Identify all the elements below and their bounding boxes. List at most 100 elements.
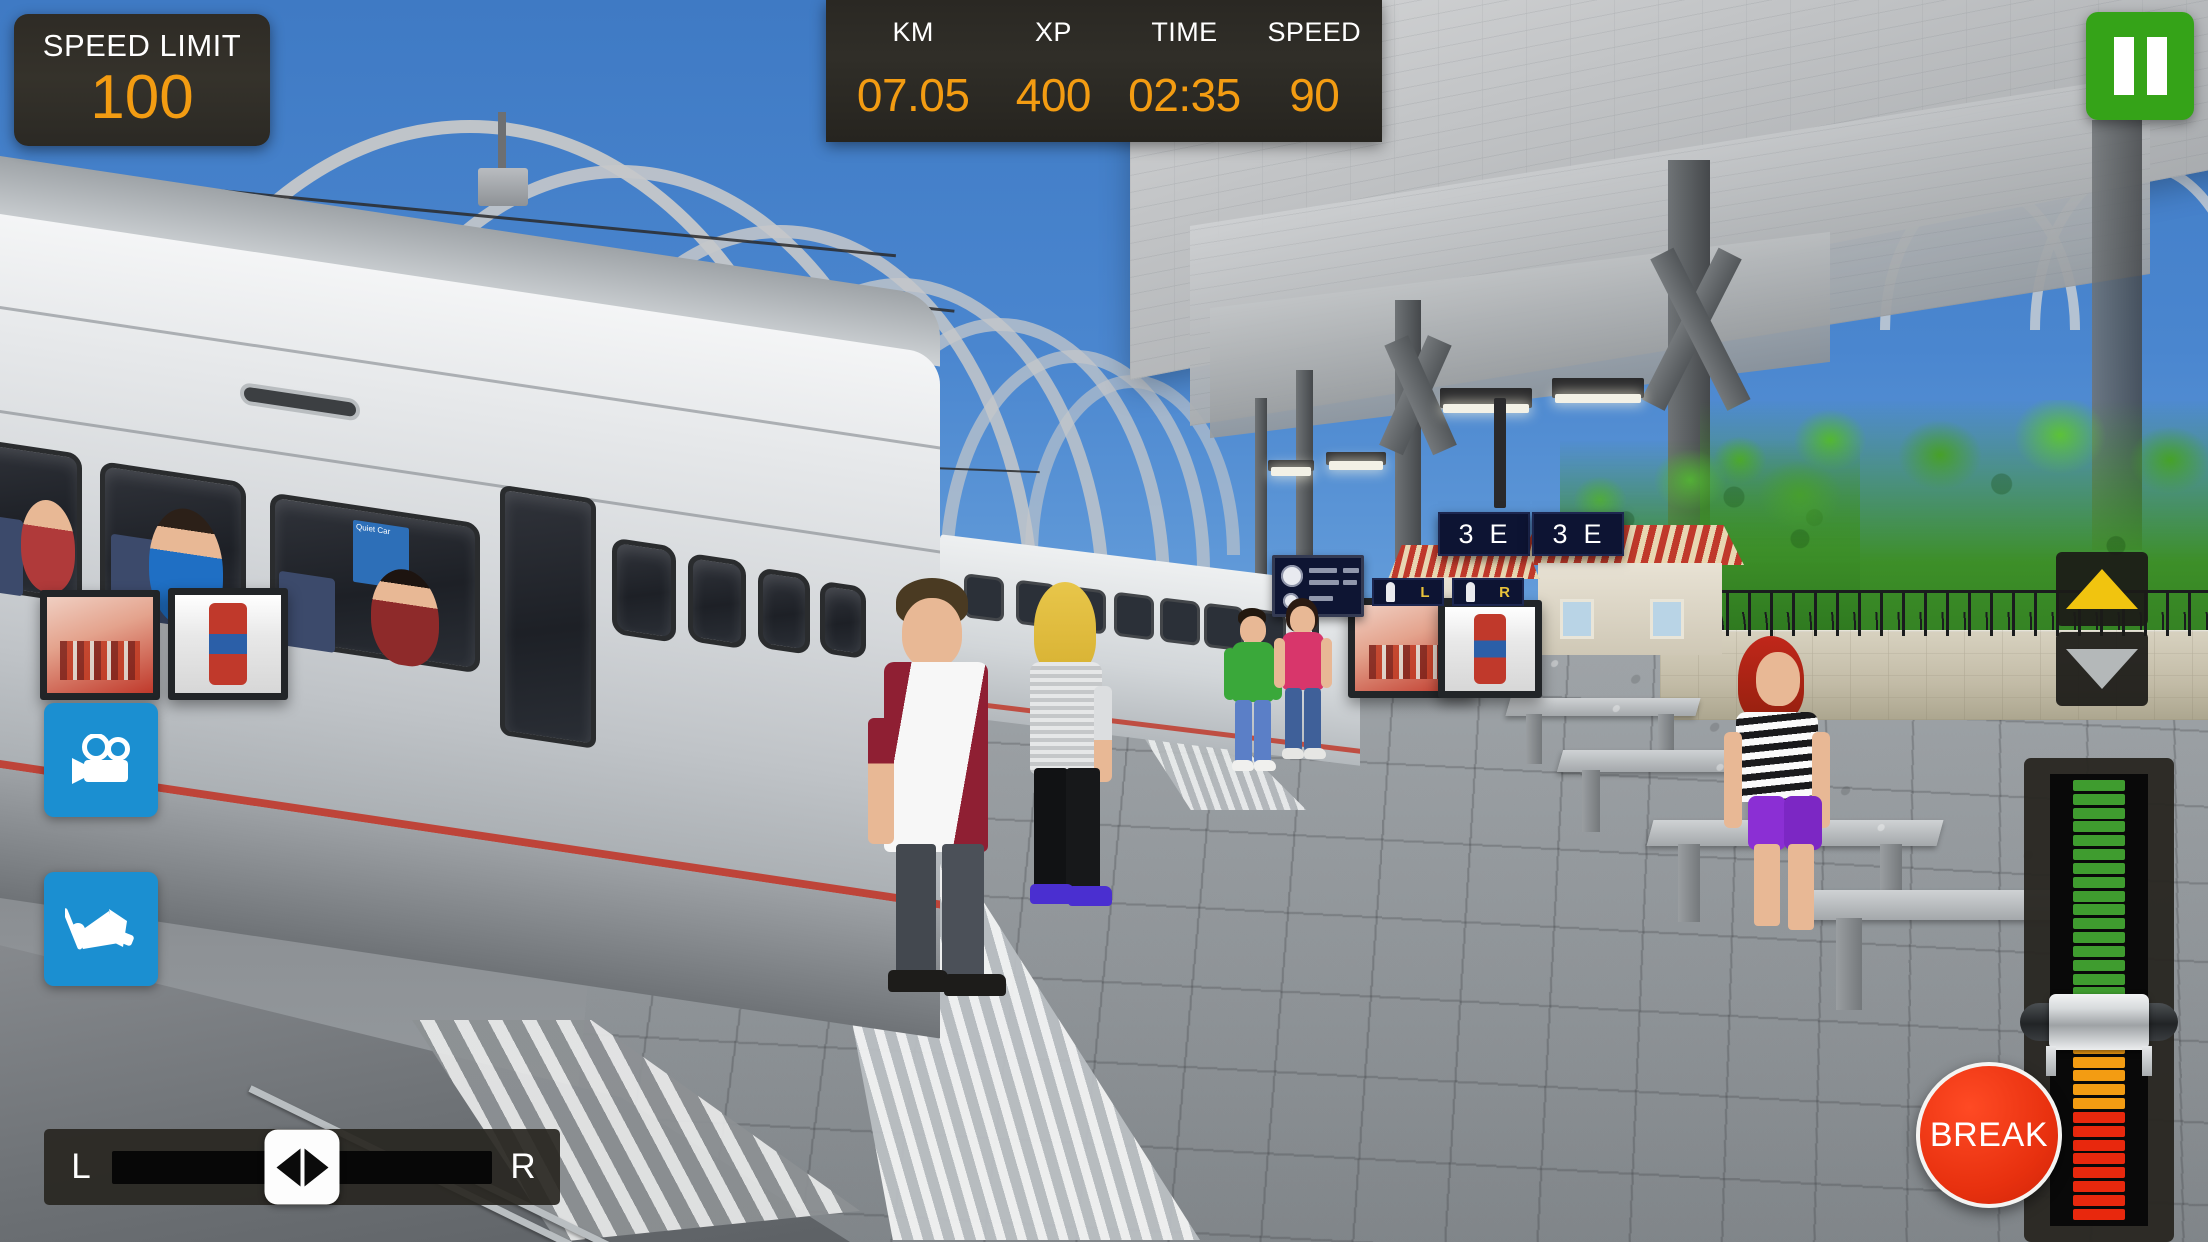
passenger-in-train xyxy=(371,564,439,671)
platform-sign-right: 3 E xyxy=(1532,512,1624,556)
platform-sign-left-number: 3 xyxy=(1458,518,1476,549)
stat-xp: XP 400 xyxy=(992,0,1114,142)
throttle-segment xyxy=(2073,1098,2125,1110)
arrow-left-icon xyxy=(276,1148,300,1186)
camera-button[interactable] xyxy=(44,703,158,817)
platform-sign-right-number: 3 xyxy=(1552,518,1570,549)
advertisement-panel xyxy=(168,588,288,700)
stats-bar: KM 07.05 XP 400 TIME 02:35 SPEED 90 xyxy=(826,0,1382,142)
throttle-segment xyxy=(2073,1167,2125,1179)
throttle-segment xyxy=(2073,1139,2125,1151)
stat-km-label: KM xyxy=(892,17,934,47)
train-door xyxy=(500,484,596,750)
restroom-sign-left-label: L xyxy=(1420,583,1430,601)
throttle-segment xyxy=(2073,862,2125,874)
throttle-segment xyxy=(2073,932,2125,944)
pause-icon xyxy=(2146,37,2167,95)
overhead-lamp-pole xyxy=(498,112,506,170)
restroom-sign: L xyxy=(1372,578,1444,606)
throttle-segment xyxy=(2073,918,2125,930)
game-screen: Quiet Car L R 3 E 3 E SPEED LIMIT 100 KM… xyxy=(0,0,2208,1242)
throttle-handle-grip xyxy=(2049,993,2149,1050)
train-window xyxy=(688,552,746,650)
advertisement-panel xyxy=(1438,600,1542,698)
break-button[interactable]: BREAK xyxy=(1916,1062,2062,1208)
train-window: Quiet Car xyxy=(270,492,480,674)
restroom-sign-right-label: R xyxy=(1499,583,1510,601)
megaphone-icon xyxy=(65,908,134,950)
person-icon xyxy=(1466,582,1476,602)
platform-sign-right-letter: E xyxy=(1583,518,1604,549)
triangle-down-icon xyxy=(2066,649,2138,689)
stat-time-value: 02:35 xyxy=(1128,69,1241,121)
game-3d-scene: Quiet Car L R 3 E 3 E xyxy=(0,0,2208,1242)
stat-speed: SPEED 90 xyxy=(1255,0,1374,142)
stat-xp-value: 400 xyxy=(1015,69,1092,121)
passenger-blonde-woman xyxy=(1016,582,1122,912)
train-window xyxy=(0,434,82,605)
passenger-foreground-man xyxy=(862,578,1022,998)
train-window xyxy=(820,580,866,660)
throttle-segment xyxy=(2073,793,2125,805)
throttle-segment xyxy=(2073,1084,2125,1096)
speed-limit-panel: SPEED LIMIT 100 xyxy=(14,14,270,146)
stat-km-value: 07.05 xyxy=(856,69,970,121)
throttle-segment xyxy=(2073,945,2125,957)
stat-time-label: TIME xyxy=(1151,17,1218,47)
throttle-segment xyxy=(2073,821,2125,833)
throttle-segment xyxy=(2073,1056,2125,1068)
pause-icon xyxy=(2113,37,2134,95)
advertisement-panel xyxy=(40,590,160,700)
video-camera-icon xyxy=(72,734,130,784)
person-icon xyxy=(1386,582,1396,602)
speed-limit-value: 100 xyxy=(90,63,194,132)
throttle-segment xyxy=(2073,835,2125,847)
stat-time: TIME 02:35 xyxy=(1114,0,1254,142)
throttle-segment xyxy=(2073,1111,2125,1123)
arrow-right-icon xyxy=(304,1148,328,1186)
train-window xyxy=(758,567,810,656)
stat-km: KM 07.05 xyxy=(834,0,992,142)
steer-left-label: L xyxy=(71,1147,91,1186)
train-window xyxy=(612,537,676,643)
throttle-segment xyxy=(2073,890,2125,902)
house-window xyxy=(1650,599,1684,639)
throttle-segment xyxy=(2073,1153,2125,1165)
throttle-segment xyxy=(2073,1208,2125,1220)
arrow-up-button[interactable] xyxy=(2056,552,2148,626)
quiet-car-sign-label: Quiet Car xyxy=(356,522,391,537)
throttle-handle[interactable] xyxy=(2020,992,2178,1076)
steering-slider[interactable]: L R xyxy=(44,1129,560,1205)
throttle-prong xyxy=(2142,1045,2152,1076)
break-button-label: BREAK xyxy=(1929,1115,2049,1154)
speed-limit-label: SPEED LIMIT xyxy=(42,28,242,63)
stat-speed-label: SPEED xyxy=(1267,17,1362,47)
throttle-segment xyxy=(2073,1070,2125,1082)
throttle-segment xyxy=(2073,807,2125,819)
passenger-pink-top-woman xyxy=(1272,598,1334,768)
passenger-seated-woman xyxy=(1718,636,1848,936)
platform-sign-left-letter: E xyxy=(1489,518,1510,549)
throttle-segment xyxy=(2073,780,2125,791)
throttle-segment xyxy=(2073,1181,2125,1193)
triangle-up-icon xyxy=(2066,569,2138,609)
arrow-down-button[interactable] xyxy=(2056,632,2148,706)
horn-button[interactable] xyxy=(44,872,158,986)
throttle-track[interactable] xyxy=(2020,774,2178,1226)
throttle-prong xyxy=(2046,1045,2056,1076)
stat-xp-label: XP xyxy=(1034,17,1072,47)
restroom-sign: R xyxy=(1452,578,1524,606)
throttle-segment xyxy=(2073,1125,2125,1137)
steer-knob[interactable] xyxy=(264,1129,340,1205)
throttle-segment xyxy=(2073,904,2125,916)
throttle-segment xyxy=(2073,849,2125,861)
house-window xyxy=(1560,599,1594,639)
steer-right-label: R xyxy=(510,1147,536,1186)
overhead-lamp xyxy=(478,168,528,206)
train-door-handle xyxy=(240,381,360,422)
platform-sign-left: 3 E xyxy=(1438,512,1530,556)
throttle-segment xyxy=(2073,1194,2125,1206)
pause-button[interactable] xyxy=(2086,12,2194,120)
steer-track[interactable] xyxy=(112,1129,492,1205)
throttle-segment xyxy=(2073,973,2125,985)
